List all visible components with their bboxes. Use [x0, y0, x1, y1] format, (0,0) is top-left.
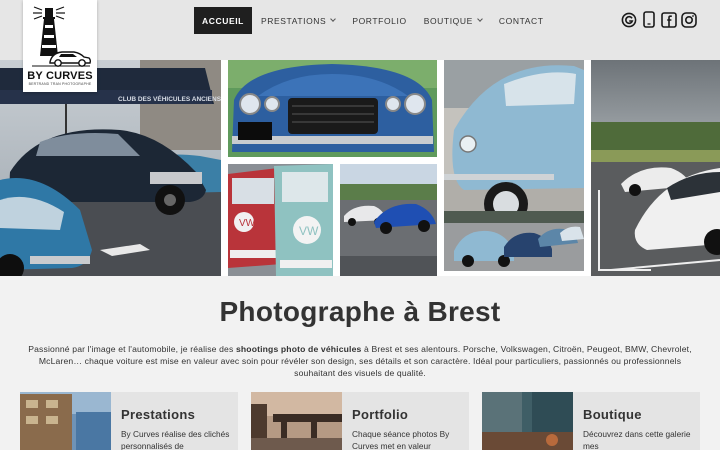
phone-icon[interactable]	[641, 11, 657, 28]
nav-contact[interactable]: CONTACT	[491, 7, 552, 34]
card-text: Découvrez dans cette galerie mes	[583, 429, 691, 450]
card-title: Prestations	[121, 407, 196, 422]
card-text: By Curves réalise des clichés personnali…	[121, 429, 230, 450]
intro-text-bold: shootings photo de véhicules	[235, 344, 362, 354]
nav-label: CONTACT	[498, 15, 544, 26]
instagram-icon[interactable]	[681, 11, 697, 28]
gallery-photo-track-porsches[interactable]	[340, 164, 437, 276]
facebook-icon[interactable]	[661, 11, 677, 28]
gallery-photo-porsche-911[interactable]	[591, 60, 720, 276]
gallery-photo-beetle-lineup[interactable]	[444, 211, 584, 271]
nav-label: ACCUEIL	[202, 15, 244, 26]
site-logo[interactable]: BY CURVES BERTRAND TRAN PHOTOGRAPHE	[23, 0, 97, 92]
google-icon[interactable]	[621, 11, 637, 28]
page-title: Photographe à Brest	[219, 296, 501, 327]
intro-text-start: Passionné par l'image et l'automobile, j…	[28, 344, 236, 354]
chevron-down-icon	[477, 16, 483, 22]
gallery-bottom-gap	[444, 271, 584, 276]
card-image	[251, 392, 342, 450]
card-title: Portfolio	[352, 407, 409, 422]
nav-portfolio[interactable]: PORTFOLIO	[344, 7, 414, 34]
lighthouse-car-logo-icon	[32, 6, 92, 67]
svg-text:VW: VW	[239, 218, 256, 229]
card-image	[20, 392, 111, 450]
svg-text:VW: VW	[299, 224, 319, 238]
card-prestations[interactable]: Prestations By Curves réalise des cliché…	[20, 392, 238, 450]
tent-banner-text: CLUB DES VÉHICULES ANCIENS GOUESNO	[118, 94, 221, 103]
main-nav: ACCUEIL PRESTATIONS PORTFOLIO BOUTIQUE C…	[194, 7, 553, 34]
photo-gallery: CLUB DES VÉHICULES ANCIENS GOUESNO	[0, 60, 720, 276]
gallery-photo-classic-cars[interactable]: CLUB DES VÉHICULES ANCIENS GOUESNO	[0, 60, 221, 276]
card-text: Chaque séance photos By Curves met en va…	[352, 429, 450, 450]
card-image	[482, 392, 573, 450]
brand-tagline: BERTRAND TRAN PHOTOGRAPHE	[28, 82, 92, 86]
gallery-photo-vw-vans[interactable]: VW VW	[228, 164, 333, 276]
nav-label: PRESTATIONS	[260, 15, 327, 26]
nav-accueil[interactable]: ACCUEIL	[194, 7, 252, 34]
brand-name: BY CURVES	[27, 70, 93, 82]
nav-label: PORTFOLIO	[352, 15, 407, 26]
chevron-down-icon	[330, 16, 337, 22]
card-title: Boutique	[583, 407, 642, 422]
nav-label: BOUTIQUE	[423, 15, 473, 26]
site-header: BY CURVES BERTRAND TRAN PHOTOGRAPHE ACCU…	[0, 0, 720, 92]
intro-paragraph: Passionné par l'image et l'automobile, j…	[22, 343, 698, 379]
card-portfolio[interactable]: Portfolio Chaque séance photos By Curves…	[251, 392, 469, 450]
nav-boutique[interactable]: BOUTIQUE	[416, 7, 490, 34]
gallery-photo-muscle-car[interactable]	[228, 60, 437, 157]
social-links	[621, 11, 697, 28]
nav-prestations[interactable]: PRESTATIONS	[253, 7, 343, 34]
card-boutique[interactable]: Boutique Découvrez dans cette galerie me…	[482, 392, 700, 450]
